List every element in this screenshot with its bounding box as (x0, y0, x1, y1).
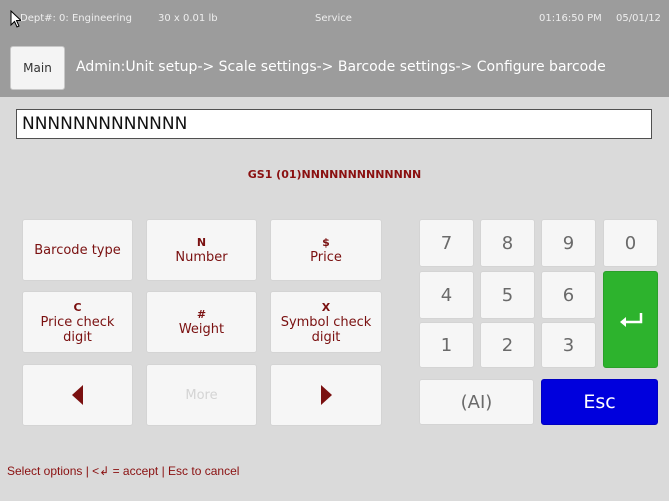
header-bar: Main Admin:Unit setup-> Scale settings->… (0, 40, 669, 97)
key-0[interactable]: 0 (603, 219, 658, 267)
right-arrow-icon (320, 385, 332, 405)
scale-capacity: 30 x 0.01 lb (158, 13, 218, 24)
key-7[interactable]: 7 (419, 219, 474, 267)
symbol-check-symbol: X (321, 300, 331, 314)
footer-hint: Select options | <↲ = accept | Esc to ca… (7, 464, 240, 478)
key-5[interactable]: 5 (480, 271, 535, 319)
price-check-symbol: C (73, 300, 82, 314)
breadcrumb: Admin:Unit setup-> Scale settings-> Barc… (76, 59, 606, 75)
key-3[interactable]: 3 (541, 322, 596, 368)
price-symbol: $ (322, 236, 330, 249)
number-symbol: N (196, 236, 207, 249)
more-label: More (185, 387, 218, 403)
barcode-format-input[interactable] (16, 109, 652, 139)
weight-symbol: # (196, 308, 207, 321)
price-check-label: Price check digit (40, 314, 115, 345)
department-label: Dept#: 0: Engineering (20, 13, 132, 24)
clock-date: 05/01/12 (616, 13, 661, 24)
main-button[interactable]: Main (10, 46, 65, 90)
key-4[interactable]: 4 (419, 271, 474, 319)
symbol-check-digit-button[interactable]: X Symbol check digit (270, 291, 382, 353)
enter-icon (619, 312, 642, 327)
mode-label: Service (315, 13, 352, 24)
key-2[interactable]: 2 (480, 322, 535, 368)
key-8[interactable]: 8 (480, 219, 535, 267)
next-page-button[interactable] (270, 364, 382, 426)
key-9[interactable]: 9 (541, 219, 596, 267)
enter-button[interactable] (603, 271, 658, 368)
weight-button[interactable]: # Weight (146, 291, 257, 353)
ai-button[interactable]: (AI) (419, 379, 534, 425)
price-check-digit-button[interactable]: C Price check digit (22, 291, 133, 353)
barcode-type-label: Barcode type (34, 242, 121, 258)
esc-button[interactable]: Esc (541, 379, 658, 425)
barcode-preview: GS1 (01)NNNNNNNNNNNNN (247, 168, 422, 181)
number-button[interactable]: N Number (146, 219, 257, 281)
left-arrow-icon (72, 385, 83, 405)
weight-label: Weight (178, 322, 225, 337)
previous-page-button[interactable] (22, 364, 133, 426)
price-label: Price (310, 250, 342, 265)
key-1[interactable]: 1 (419, 322, 474, 368)
more-button[interactable]: More (146, 364, 257, 426)
number-label: Number (175, 250, 228, 265)
key-6[interactable]: 6 (541, 271, 596, 319)
clock-time: 01:16:50 PM (539, 13, 602, 24)
symbol-check-label: Symbol check digit (280, 314, 372, 345)
status-bar: Dept#: 0: Engineering 30 x 0.01 lb Servi… (0, 0, 669, 40)
barcode-type-button[interactable]: Barcode type (22, 219, 133, 281)
price-button[interactable]: $ Price (270, 219, 382, 281)
